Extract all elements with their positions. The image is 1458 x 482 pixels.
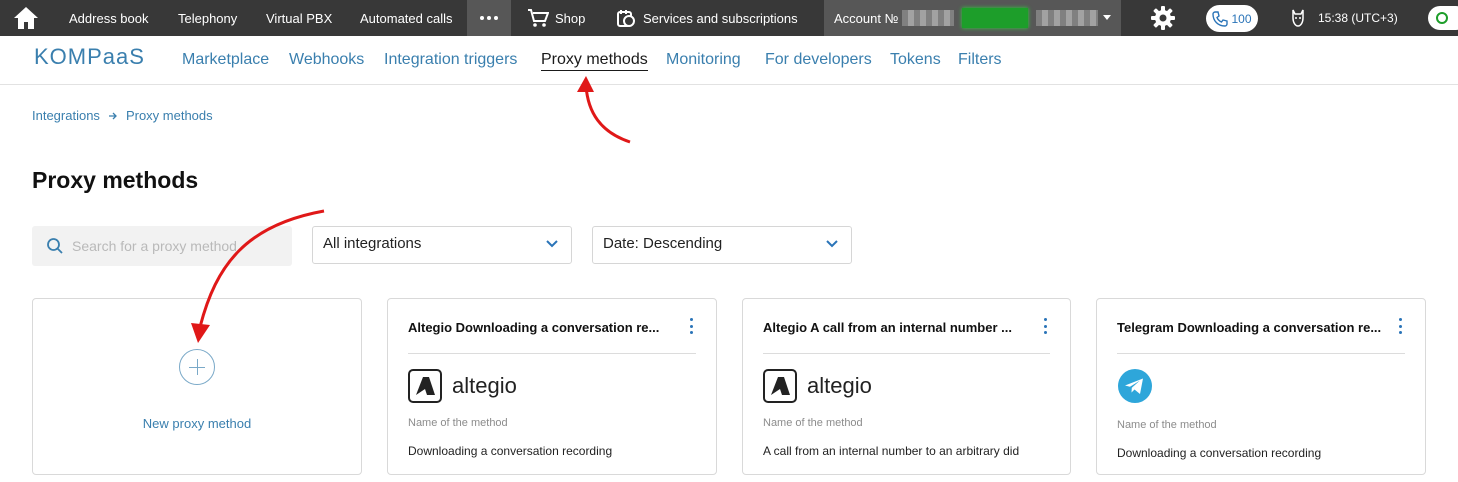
tab-webhooks[interactable]: Webhooks: [289, 51, 364, 69]
gear-icon[interactable]: [1150, 5, 1176, 31]
tab-integration-triggers[interactable]: Integration triggers: [384, 51, 517, 69]
kebab-icon[interactable]: [688, 318, 694, 334]
tab-marketplace[interactable]: Marketplace: [182, 51, 269, 69]
tab-monitoring[interactable]: Monitoring: [666, 51, 741, 69]
breadcrumb: Integrations Proxy methods: [32, 108, 213, 123]
arrow-right-icon: [108, 112, 117, 119]
proxy-method-card[interactable]: Telegram Downloading a conversation re..…: [1096, 298, 1426, 475]
account-number-blurred: [902, 10, 954, 26]
method-name-label: Name of the method: [763, 417, 863, 429]
card-divider: [408, 353, 696, 354]
topnav-telephony[interactable]: Telephony: [178, 0, 237, 36]
topnav-label: Services and subscriptions: [643, 10, 798, 26]
proxy-method-card[interactable]: Altegio A call from an internal number .…: [742, 298, 1071, 475]
telegram-logo: [1117, 369, 1153, 403]
sort-select[interactable]: Date: Descending: [592, 226, 852, 264]
status-toggle[interactable]: [1428, 6, 1458, 30]
method-name-value: A call from an internal number to an arb…: [763, 444, 1020, 458]
card-title: Altegio A call from an internal number .…: [763, 320, 1012, 335]
topnav-services[interactable]: Services and subscriptions: [616, 0, 798, 36]
account-number-highlight: [962, 8, 1028, 28]
altegio-logo-icon: [763, 369, 797, 403]
topnav-virtual-pbx[interactable]: Virtual PBX: [266, 0, 332, 36]
search-icon: [47, 238, 63, 254]
new-proxy-method-card[interactable]: New proxy method: [32, 298, 362, 475]
topnav-label: Shop: [555, 10, 586, 26]
new-proxy-method-label: New proxy method: [142, 416, 252, 431]
tab-filters[interactable]: Filters: [958, 51, 1002, 69]
integration-select-value: All integrations: [323, 235, 422, 252]
altegio-logo: altegio: [408, 369, 517, 403]
clock: 15:38 (UTC+3): [1318, 0, 1398, 36]
topnav-label: Automated calls: [360, 10, 453, 26]
mascot-icon: [1290, 8, 1306, 28]
sort-select-value: Date: Descending: [603, 235, 723, 252]
home-icon[interactable]: [10, 5, 42, 31]
secondary-nav: KOMPaaS Marketplace Webhooks Integration…: [0, 36, 1458, 85]
phone-count: 100: [1231, 11, 1252, 26]
time-value: 15:38: [1318, 11, 1349, 25]
proxy-method-card[interactable]: Altegio Downloading a conversation re...…: [387, 298, 717, 475]
account-label: Account №: [834, 10, 899, 26]
breadcrumb-integrations[interactable]: Integrations: [32, 108, 100, 123]
search-box[interactable]: [32, 226, 292, 266]
card-title: Telegram Downloading a conversation re..…: [1117, 320, 1382, 335]
topnav-label: Virtual PBX: [266, 10, 333, 26]
method-name-value: Downloading a conversation recording: [1117, 446, 1322, 460]
brand-name: altegio: [452, 373, 517, 398]
integration-select[interactable]: All integrations: [312, 226, 572, 264]
altegio-logo: altegio: [763, 369, 872, 403]
services-icon: [617, 10, 635, 27]
tab-tokens[interactable]: Tokens: [890, 51, 941, 69]
kebab-icon[interactable]: [1042, 318, 1048, 334]
chevron-down-icon: [546, 240, 558, 248]
method-name-label: Name of the method: [408, 417, 508, 429]
chevron-down-icon: [826, 240, 838, 248]
topnav-address-book[interactable]: Address book: [69, 0, 149, 36]
telegram-icon: [1118, 369, 1152, 403]
kompaas-logo[interactable]: KOMPaaS: [34, 44, 145, 70]
account-name-blurred: [1036, 10, 1098, 26]
kebab-icon[interactable]: [1397, 318, 1403, 334]
method-name-value: Downloading a conversation recording: [408, 444, 613, 458]
card-title: Altegio Downloading a conversation re...: [408, 320, 660, 335]
phone-lines-button[interactable]: 100: [1206, 5, 1258, 32]
status-icon: [1436, 12, 1448, 24]
card-divider: [1117, 353, 1405, 354]
card-divider: [763, 353, 1050, 354]
top-bar: Address book Telephony Virtual PBX Autom…: [0, 0, 1458, 36]
cart-icon: [528, 9, 549, 27]
tab-proxy-methods[interactable]: Proxy methods: [541, 51, 648, 71]
logo-text: KOMPaaS: [34, 44, 145, 69]
timezone-value: (UTC+3): [1351, 11, 1398, 25]
brand-name: altegio: [807, 373, 872, 398]
altegio-logo-icon: [408, 369, 442, 403]
topnav-label: Telephony: [178, 10, 238, 26]
search-input[interactable]: [72, 236, 282, 256]
breadcrumb-proxy-methods[interactable]: Proxy methods: [126, 108, 213, 123]
method-name-label: Name of the method: [1117, 419, 1217, 431]
topnav-shop[interactable]: Shop: [527, 0, 585, 36]
phone-icon: [1212, 10, 1229, 27]
page-title: Proxy methods: [32, 167, 199, 193]
tab-for-developers[interactable]: For developers: [765, 51, 872, 69]
chevron-down-icon[interactable]: [1103, 15, 1111, 20]
plus-icon[interactable]: [179, 349, 215, 385]
more-menu-button[interactable]: [467, 0, 511, 36]
topnav-automated-calls[interactable]: Automated calls: [360, 0, 453, 36]
topnav-label: Address book: [69, 10, 149, 26]
